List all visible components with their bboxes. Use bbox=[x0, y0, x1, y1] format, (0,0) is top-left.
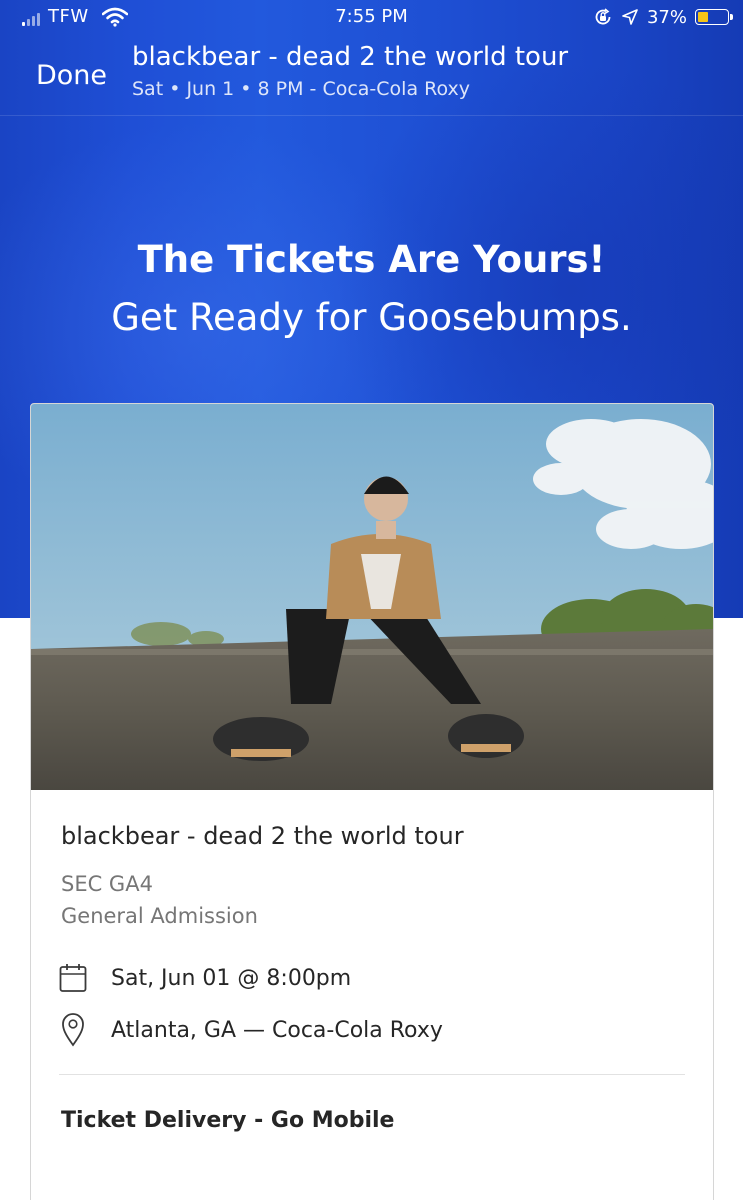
rotation-lock-icon bbox=[595, 8, 611, 25]
calendar-icon bbox=[59, 961, 87, 995]
venue-row: Atlanta, GA — Coca-Cola Roxy bbox=[59, 1012, 443, 1048]
ticket-venue: Atlanta, GA — Coca-Cola Roxy bbox=[111, 1017, 443, 1043]
nav-event-subtitle: Sat • Jun 1 • 8 PM - Coca-Cola Roxy bbox=[132, 78, 471, 100]
ticket-section: SEC GA4 bbox=[61, 872, 153, 896]
ticket-admission-type: General Admission bbox=[61, 904, 258, 928]
ticket-event-title: blackbear - dead 2 the world tour bbox=[61, 822, 464, 850]
artist-photo bbox=[31, 404, 713, 790]
nav-header: Done blackbear - dead 2 the world tour S… bbox=[0, 36, 743, 116]
date-row: Sat, Jun 01 @ 8:00pm bbox=[59, 960, 351, 996]
divider bbox=[59, 1074, 685, 1075]
status-right-group: 37% bbox=[593, 5, 733, 29]
battery-percent: 37% bbox=[646, 6, 687, 28]
location-pin-icon bbox=[59, 1013, 87, 1047]
battery-icon bbox=[695, 9, 733, 25]
nav-event-title: blackbear - dead 2 the world tour bbox=[132, 42, 569, 72]
battery-level bbox=[698, 12, 709, 22]
hero-headline: The Tickets Are Yours! bbox=[137, 238, 606, 281]
ticket-delivery: Ticket Delivery - Go Mobile bbox=[61, 1108, 395, 1133]
hero-subheadline: Get Ready for Goosebumps. bbox=[111, 296, 632, 339]
done-button[interactable]: Done bbox=[36, 60, 107, 91]
ticket-date-time: Sat, Jun 01 @ 8:00pm bbox=[111, 965, 352, 991]
status-bar: TFW 7:55 PM 37% bbox=[0, 0, 743, 36]
ticket-card[interactable]: blackbear - dead 2 the world tour SEC GA… bbox=[30, 403, 714, 1200]
location-arrow-icon bbox=[622, 9, 638, 25]
